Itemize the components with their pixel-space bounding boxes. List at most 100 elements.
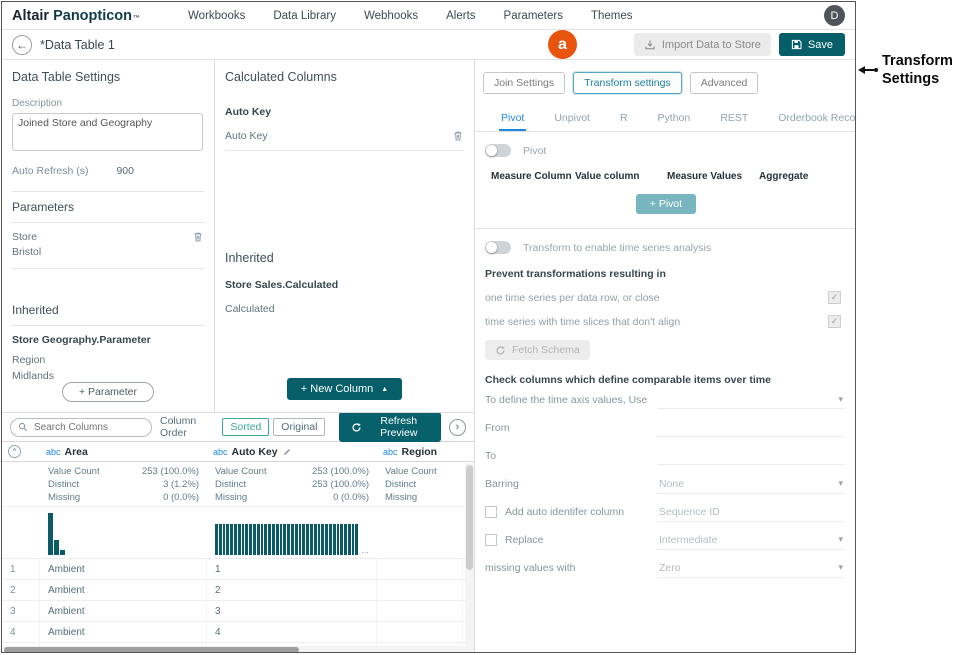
description-field[interactable]: Joined Store and Geography [12,113,203,151]
save-label: Save [808,39,833,51]
search-columns-box[interactable] [10,418,152,437]
vertical-scrollbar[interactable] [465,463,474,646]
form-row-replace: Replace Intermediate ▾ [485,526,845,554]
vertical-scrollbar-thumb[interactable] [466,465,473,570]
original-button[interactable]: Original [273,418,325,436]
nav-item-workbooks[interactable]: Workbooks [188,10,245,22]
fetch-schema-button[interactable]: Fetch Schema [485,340,590,360]
import-data-to-store-button[interactable]: Import Data to Store [634,33,771,56]
nav-item-themes[interactable]: Themes [591,10,633,22]
timeseries-toggle-row: Transform to enable time series analysis [485,241,856,254]
to-field[interactable] [657,448,845,465]
horizontal-scrollbar[interactable] [2,646,474,653]
import-icon [644,39,656,51]
delete-parameter-icon[interactable] [192,231,204,243]
prevent-row-1-checkbox[interactable]: ✓ [828,291,841,304]
row-number: 4 [2,622,40,642]
table-row[interactable]: 2 Ambient 2 [2,580,474,601]
inherited-parameter-value: Midlands [12,370,204,382]
tab-orderbook-reconstruction[interactable]: Orderbook Reconstruction [776,108,856,131]
search-columns-input[interactable] [32,421,144,434]
barring-select[interactable]: None ▾ [657,475,845,494]
missing-values-select[interactable]: Zero ▾ [657,559,845,578]
tab-python[interactable]: Python [656,108,693,131]
tab-unpivot[interactable]: Unpivot [552,108,592,131]
cell-auto-key: 2 [207,580,377,600]
transform-settings-button[interactable]: Transform settings [573,72,682,94]
replace-select[interactable]: Intermediate ▾ [657,531,845,550]
histogram-region [377,507,463,558]
refresh-preview-label: Refresh Preview [368,415,429,439]
horizontal-scrollbar-thumb[interactable] [4,647,299,653]
save-button[interactable]: Save [779,33,845,56]
column-header-area[interactable]: abc Area [40,442,207,461]
calc-item-row[interactable]: Auto Key [225,130,464,151]
type-abc-icon: abc [213,447,228,457]
nav-item-alerts[interactable]: Alerts [446,10,475,22]
table-row[interactable]: 3 Ambient 3 [2,601,474,622]
parameter-item-store[interactable]: Store Bristol [12,231,204,258]
new-column-button[interactable]: + New Column ▲ [287,378,402,400]
refresh-icon [351,422,362,433]
chevron-down-icon: ▾ [838,534,843,545]
collapse-stats-button[interactable]: ^ [8,445,21,458]
prevent-row-2-label: time series with time slices that don't … [485,316,680,328]
advanced-button[interactable]: Advanced [690,72,759,94]
form-row-barring: Barring None ▾ [485,470,845,498]
timeseries-toggle[interactable] [485,241,511,254]
column-header-region[interactable]: abc Region [377,442,463,461]
auto-refresh-value[interactable]: 900 [116,165,134,177]
prevent-title: Prevent transformations resulting in [485,268,856,280]
search-icon [18,422,28,432]
next-columns-button[interactable]: › [449,419,466,436]
table-row[interactable]: 4 Ambient 4 [2,622,474,643]
tab-pivot[interactable]: Pivot [499,108,526,131]
add-pivot-button[interactable]: + Pivot [636,194,696,214]
join-settings-button[interactable]: Join Settings [483,72,565,94]
refresh-icon [495,345,506,356]
screenshot-stage: Altair Panopticon ™ Workbooks Data Libra… [0,0,969,655]
callout-line-2: Settings [882,70,953,88]
from-field[interactable] [657,420,845,437]
cell-region [377,559,463,579]
form-row-from: From [485,414,845,442]
replace-checkbox[interactable] [485,534,497,546]
stat-label: Value Count [385,465,437,478]
auto-refresh-row: Auto Refresh (s) 900 [12,165,204,177]
prevent-row-2-checkbox[interactable]: ✓ [828,315,841,328]
nav-item-parameters[interactable]: Parameters [504,10,563,22]
brand-product: Panopticon [53,8,132,24]
inherited-heading: Inherited [12,303,204,317]
pivot-toggle-label: Pivot [523,145,546,157]
delete-calc-column-icon[interactable] [452,130,464,142]
column-header-auto-key[interactable]: abc Auto Key [207,442,377,461]
cell-area: Ambient [40,601,207,621]
auto-identifier-field[interactable]: Sequence ID [657,503,845,522]
barring-value: None [659,478,684,490]
tab-rest[interactable]: REST [718,108,750,131]
chevron-down-icon: ▾ [838,562,843,573]
nav-item-data-library[interactable]: Data Library [273,10,336,22]
table-row[interactable]: 1 Ambient 1 [2,559,474,580]
edit-pencil-icon[interactable] [282,447,292,457]
preview-header-row: ^ abc Area abc Auto Key abc [2,441,474,462]
nav-item-webhooks[interactable]: Webhooks [364,10,418,22]
time-axis-select[interactable]: ▾ [657,391,845,409]
refresh-preview-button[interactable]: Refresh Preview [339,412,441,442]
timeseries-toggle-label: Transform to enable time series analysis [523,242,711,254]
header-measure-values: Measure Values [667,171,759,182]
auto-identifier-checkbox[interactable] [485,506,497,518]
back-button[interactable]: ← [12,35,32,55]
divider [12,268,204,269]
import-label: Import Data to Store [662,39,761,51]
add-parameter-button[interactable]: + Parameter [62,382,154,402]
tab-r[interactable]: R [618,108,630,131]
sorted-button[interactable]: Sorted [222,418,269,436]
stats-region: Value Count Distinct Missing [377,462,463,506]
user-avatar[interactable]: D [824,5,845,26]
stat-label: Missing [215,491,247,504]
auto-refresh-label: Auto Refresh (s) [12,165,88,177]
stat-label: Value Count [48,465,100,478]
pivot-toggle[interactable] [485,144,511,157]
to-label: To [485,450,657,462]
